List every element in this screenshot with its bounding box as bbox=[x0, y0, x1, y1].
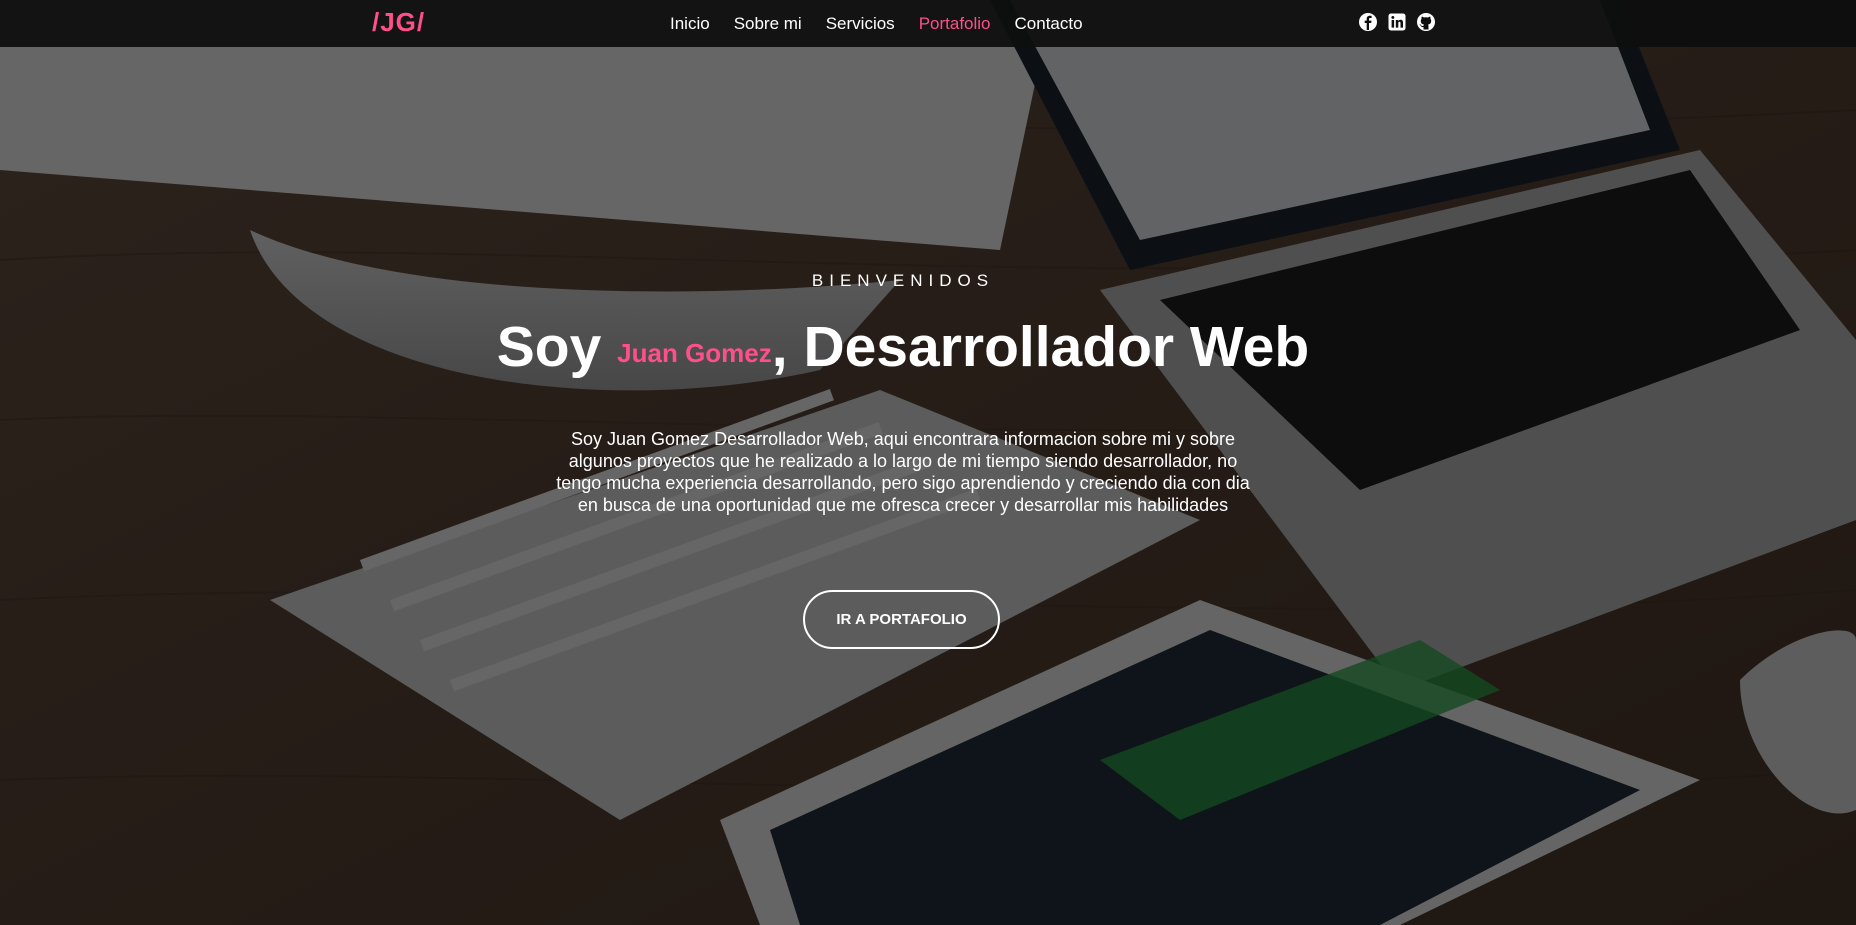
hero-title-suffix: , Desarrollador Web bbox=[771, 315, 1310, 379]
nav-links: Inicio Sobre mi Servicios Portafolio Con… bbox=[670, 0, 1107, 47]
hero-title-prefix: Soy bbox=[496, 315, 602, 379]
github-icon[interactable] bbox=[1416, 12, 1436, 32]
site-logo[interactable]: /JG/ bbox=[372, 7, 425, 38]
hero-description: Soy Juan Gomez Desarrollador Web, aqui e… bbox=[556, 429, 1250, 515]
social-links bbox=[1358, 12, 1445, 32]
portfolio-button[interactable]: IR A PORTAFOLIO bbox=[803, 590, 1000, 649]
nav-link-sobre-mi[interactable]: Sobre mi bbox=[734, 0, 802, 47]
nav-link-servicios[interactable]: Servicios bbox=[826, 0, 895, 47]
nav-link-contacto[interactable]: Contacto bbox=[1015, 0, 1083, 47]
nav-link-portafolio[interactable]: Portafolio bbox=[919, 0, 991, 47]
linkedin-icon[interactable] bbox=[1387, 12, 1407, 32]
hero-title: Soy Juan Gomez, Desarrollador Web bbox=[0, 310, 1806, 388]
hero-name: Juan Gomez bbox=[617, 337, 772, 368]
nav-link-inicio[interactable]: Inicio bbox=[670, 0, 710, 47]
facebook-icon[interactable] bbox=[1358, 12, 1378, 32]
navbar: /JG/ Inicio Sobre mi Servicios Portafoli… bbox=[0, 0, 1856, 47]
hero-kicker: BIENVENIDOS bbox=[811, 271, 995, 290]
